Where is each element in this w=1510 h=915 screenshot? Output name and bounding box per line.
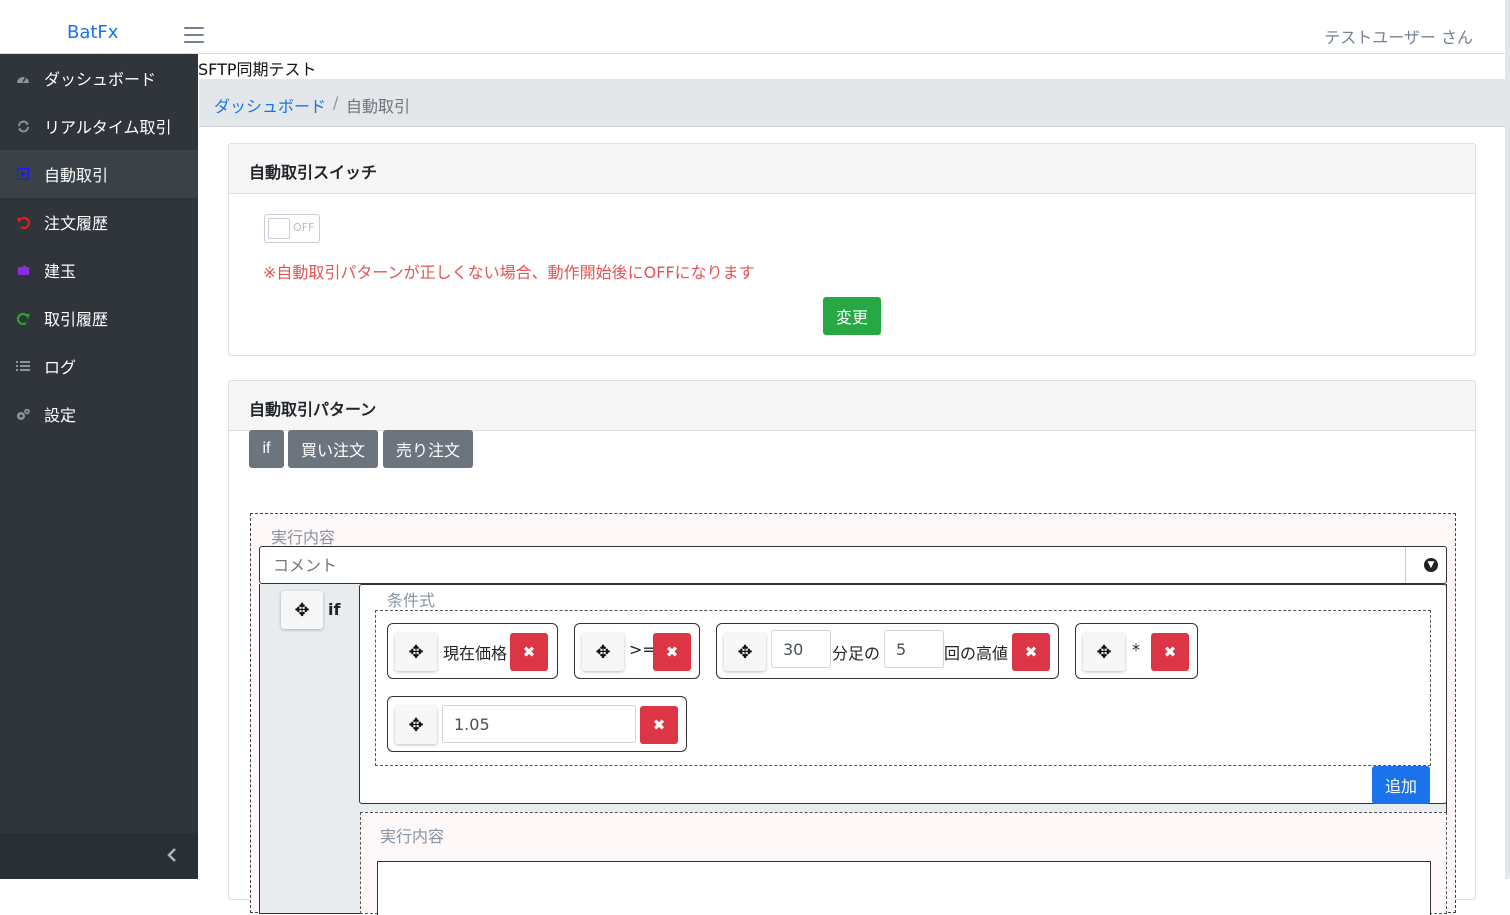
switch-card-title: 自動取引スイッチ bbox=[229, 144, 1475, 194]
breadcrumb: ダッシュボード / 自動取引 bbox=[199, 79, 1505, 127]
condition-expression-area: ✥ 現在価格 ✖ ✥ >= ✖ ✥ 分足の 回の高値 bbox=[375, 610, 1431, 766]
sidebar-minimizer[interactable] bbox=[0, 833, 198, 879]
page-title: SFTP同期テスト bbox=[198, 60, 317, 79]
nested-execution-area bbox=[377, 861, 1431, 915]
chip-label: * bbox=[1132, 640, 1140, 659]
add-sell-order-button[interactable]: 売り注文 bbox=[383, 430, 473, 468]
sidebar-item-auto-trade[interactable]: 自動取引 bbox=[0, 150, 198, 198]
remove-icon[interactable]: ✖ bbox=[510, 633, 548, 671]
redo-icon bbox=[16, 311, 30, 325]
chip-label: 回の高値 bbox=[944, 644, 1009, 663]
sidebar-item-label: 自動取引 bbox=[44, 166, 109, 185]
count-input[interactable] bbox=[884, 630, 944, 668]
sidebar: ダッシュボード リアルタイム取引 自動取引 注文履歴 建玉 取引履歴 ログ 設定 bbox=[0, 54, 198, 879]
remove-icon[interactable]: ✖ bbox=[640, 706, 678, 744]
chip-label: 現在価格 bbox=[443, 644, 508, 663]
add-buy-order-button[interactable]: 買い注文 bbox=[288, 430, 378, 468]
toggle-label: OFF bbox=[293, 221, 315, 234]
scrollbar[interactable] bbox=[1505, 0, 1510, 879]
if-block: ✥ if 条件式 ✥ 現在価格 ✖ ✥ >= ✖ ✥ 30 分足の 5 回の高値… bbox=[259, 584, 1447, 915]
breadcrumb-separator: / bbox=[333, 93, 339, 112]
breadcrumb-current: 自動取引 bbox=[346, 97, 411, 116]
refresh-icon bbox=[16, 119, 30, 133]
condition-label: 条件式 bbox=[387, 591, 436, 610]
execution-label: 実行内容 bbox=[271, 528, 336, 547]
drag-handle-icon[interactable]: ✥ bbox=[582, 633, 624, 671]
comment-input[interactable] bbox=[260, 547, 1406, 583]
sidebar-item-settings[interactable]: 設定 bbox=[0, 390, 198, 438]
sidebar-item-order-history[interactable]: 注文履歴 bbox=[0, 198, 198, 246]
sidebar-item-log[interactable]: ログ bbox=[0, 342, 198, 390]
condition-chip-value: ✥ ✖ bbox=[387, 696, 687, 752]
sidebar-item-label: ダッシュボード bbox=[44, 70, 157, 89]
execution-block: 実行内容 ▼ ✥ if 条件式 ✥ 現在価格 ✖ ✥ >= ✖ bbox=[250, 513, 1456, 915]
puzzle-icon bbox=[16, 263, 30, 277]
toggle-knob bbox=[268, 218, 290, 239]
comment-field: ▼ bbox=[259, 546, 1447, 584]
pattern-card: 自動取引パターン if 買い注文 売り注文 実行内容 ▼ ✥ if 条件式 ✥ … bbox=[228, 380, 1476, 915]
condition-block: 条件式 ✥ 現在価格 ✖ ✥ >= ✖ ✥ 分足の bbox=[359, 584, 1447, 804]
remove-icon[interactable]: ✖ bbox=[653, 633, 691, 671]
sidebar-item-label: 注文履歴 bbox=[44, 214, 109, 233]
top-header: BatFx テストユーザー さん bbox=[0, 0, 1505, 54]
sidebar-item-positions[interactable]: 建玉 bbox=[0, 246, 198, 294]
sidebar-item-realtime[interactable]: リアルタイム取引 bbox=[0, 102, 198, 150]
change-button[interactable]: 変更 bbox=[823, 297, 881, 335]
execution-label: 実行内容 bbox=[380, 827, 445, 846]
sidebar-item-label: 設定 bbox=[44, 406, 77, 425]
if-label: if bbox=[328, 600, 341, 619]
gears-icon bbox=[16, 407, 30, 421]
condition-chip-high: ✥ 分足の 回の高値 ✖ bbox=[716, 623, 1059, 679]
drag-handle-icon[interactable]: ✥ bbox=[395, 633, 437, 671]
sidebar-item-trade-history[interactable]: 取引履歴 bbox=[0, 294, 198, 342]
sidebar-item-label: 建玉 bbox=[44, 262, 77, 281]
minutes-input[interactable] bbox=[771, 630, 831, 668]
value-input[interactable] bbox=[442, 705, 636, 743]
breadcrumb-home-link[interactable]: ダッシュボード bbox=[214, 93, 326, 117]
remove-icon[interactable]: ✖ bbox=[1012, 633, 1050, 671]
speedometer-icon bbox=[16, 71, 30, 85]
chevron-left-icon[interactable] bbox=[167, 847, 177, 868]
pattern-card-title: 自動取引パターン bbox=[229, 381, 1475, 431]
drag-handle-icon[interactable]: ✥ bbox=[724, 633, 766, 671]
add-if-button[interactable]: if bbox=[249, 430, 284, 468]
drag-handle-icon[interactable]: ✥ bbox=[395, 706, 437, 744]
warning-text: ※自動取引パターンが正しくない場合、動作開始後にOFFになります bbox=[263, 263, 755, 282]
undo-icon bbox=[16, 215, 30, 229]
add-condition-button[interactable]: 追加 bbox=[1372, 766, 1430, 804]
menu-toggle-icon[interactable] bbox=[184, 27, 204, 43]
chevron-down-icon[interactable]: ▼ bbox=[1424, 558, 1438, 572]
auto-trade-toggle[interactable]: OFF bbox=[264, 214, 320, 243]
condition-chip-price: ✥ 現在価格 ✖ bbox=[387, 623, 558, 679]
list-icon bbox=[16, 359, 30, 373]
nested-execution-block: 実行内容 bbox=[360, 812, 1447, 915]
sidebar-item-dashboard[interactable]: ダッシュボード bbox=[0, 54, 198, 102]
sidebar-item-label: 取引履歴 bbox=[44, 310, 109, 329]
user-name[interactable]: テストユーザー さん bbox=[1324, 24, 1473, 48]
chip-label: 分足の bbox=[832, 644, 881, 663]
drag-handle-icon[interactable]: ✥ bbox=[281, 591, 323, 629]
play-icon bbox=[16, 167, 30, 181]
brand-logo[interactable]: BatFx bbox=[67, 22, 118, 43]
chip-label: >= bbox=[629, 640, 656, 659]
remove-icon[interactable]: ✖ bbox=[1151, 633, 1189, 671]
sidebar-item-label: リアルタイム取引 bbox=[44, 118, 172, 137]
switch-card: 自動取引スイッチ OFF ※自動取引パターンが正しくない場合、動作開始後にOFF… bbox=[228, 143, 1476, 356]
sidebar-item-label: ログ bbox=[44, 358, 77, 377]
condition-chip-operator: ✥ >= ✖ bbox=[574, 623, 700, 679]
drag-handle-icon[interactable]: ✥ bbox=[1083, 633, 1125, 671]
condition-chip-multiply: ✥ * ✖ bbox=[1075, 623, 1198, 679]
